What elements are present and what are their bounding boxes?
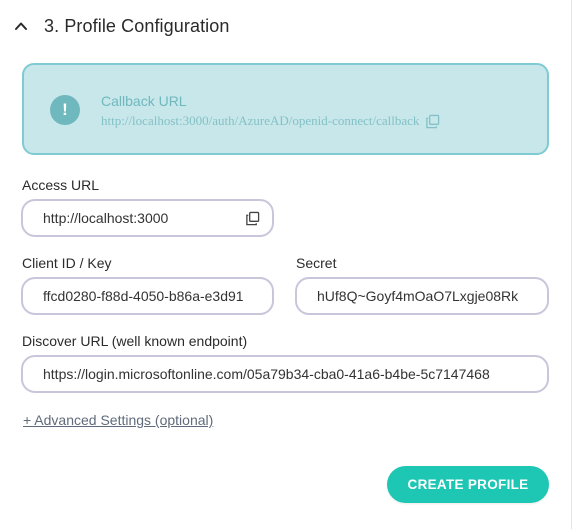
secret-field[interactable]: hUf8Q~Goyf4mOaO7Lxgje08Rk [295,277,549,315]
client-id-value: ffcd0280-f88d-4050-b86a-e3d91 [43,288,244,304]
discover-url-field[interactable]: https://login.microsoftonline.com/05a79b… [21,355,549,393]
secret-label: Secret [296,255,337,271]
secret-value: hUf8Q~Goyf4mOaO7Lxgje08Rk [317,288,519,304]
copy-icon[interactable] [425,114,440,129]
chevron-up-icon [15,22,27,30]
advanced-settings-link[interactable]: + Advanced Settings (optional) [23,412,213,428]
access-url-field[interactable]: http://localhost:3000 [21,199,274,237]
exclamation-icon: ! [50,95,80,125]
access-url-label: Access URL [22,177,100,193]
callback-url-text: http://localhost:3000/auth/AzureAD/openi… [101,113,420,128]
discover-url-value: https://login.microsoftonline.com/05a79b… [43,366,490,382]
discover-url-label: Discover URL (well known endpoint) [22,333,248,349]
access-url-value: http://localhost:3000 [43,210,169,226]
create-profile-button[interactable]: CREATE PROFILE [387,466,549,503]
callback-url-callout: ! Callback URL http://localhost:3000/aut… [22,63,549,155]
callout-title: Callback URL [101,93,187,109]
section-title: 3. Profile Configuration [44,15,230,36]
callback-url-row: http://localhost:3000/auth/AzureAD/openi… [101,113,440,129]
client-id-label: Client ID / Key [22,255,112,271]
profile-configuration-panel: 3. Profile Configuration ! Callback URL … [0,0,572,529]
copy-icon[interactable] [245,211,260,226]
section-header-toggle[interactable]: 3. Profile Configuration [14,12,230,40]
client-id-field[interactable]: ffcd0280-f88d-4050-b86a-e3d91 [21,277,274,315]
